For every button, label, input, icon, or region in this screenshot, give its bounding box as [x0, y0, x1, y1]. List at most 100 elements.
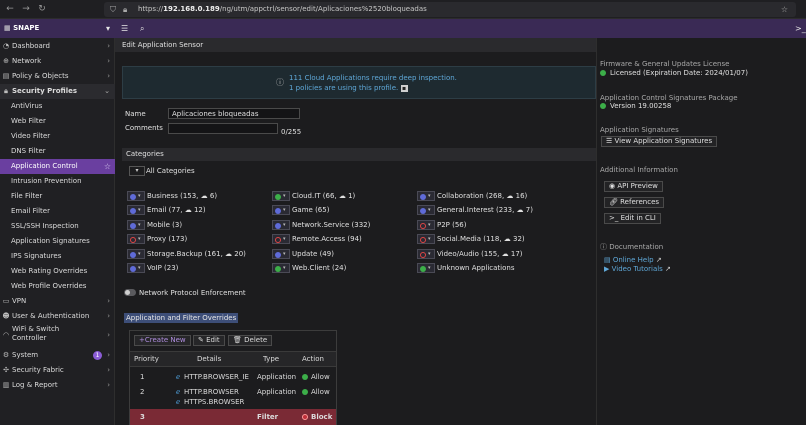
col-details[interactable]: Details	[197, 351, 221, 367]
sidebar-item-log-report[interactable]: ▥ Log & Report ›	[0, 378, 115, 393]
hamburger-menu-icon[interactable]: ☰	[121, 19, 128, 38]
col-type[interactable]: Type	[263, 351, 279, 367]
online-help-link[interactable]: ▤ Online Help ↗	[604, 256, 662, 264]
allow-icon	[275, 266, 281, 272]
video-tutorials-link[interactable]: ▶ Video Tutorials ↗	[604, 265, 671, 273]
category-action-dropdown[interactable]: ▾	[272, 191, 290, 201]
chevron-down-icon[interactable]: ▾	[106, 19, 110, 38]
view-policies-icon[interactable]: ▪	[400, 84, 408, 92]
block-icon	[420, 252, 426, 258]
category-action-dropdown[interactable]: ▾	[272, 220, 290, 230]
sidebar-item-video-filter[interactable]: Video Filter	[0, 129, 115, 144]
sidebar-item-application-signatures[interactable]: Application Signatures	[0, 234, 115, 249]
category-action-dropdown[interactable]: ▾	[272, 249, 290, 259]
category-name[interactable]: Game (65)	[292, 205, 329, 215]
category-name[interactable]: Email (77, ☁ 12)	[147, 205, 206, 215]
category-action-dropdown[interactable]: ▾	[127, 249, 145, 259]
category-name[interactable]: General.Interest (233, ☁ 7)	[437, 205, 533, 215]
category-name[interactable]: Cloud.IT (66, ☁ 1)	[292, 191, 355, 201]
info-icon: ⓘ	[276, 78, 284, 87]
sidebar-item-web-rating-overrides[interactable]: Web Rating Overrides	[0, 264, 115, 279]
edit-button[interactable]: ✎ Edit	[193, 335, 225, 346]
category-action-dropdown[interactable]: ▾	[417, 205, 435, 215]
search-icon[interactable]: ⌕	[140, 19, 144, 38]
shield-icon[interactable]: ⛉	[110, 2, 116, 17]
favorite-star-icon[interactable]: ☆	[104, 159, 111, 174]
category-action-dropdown[interactable]: ▾	[417, 263, 435, 273]
delete-button[interactable]: 🗑︎ Delete	[228, 335, 273, 346]
back-icon[interactable]: ←	[4, 3, 16, 15]
cli-console-icon[interactable]: >_	[795, 19, 806, 38]
sidebar-item-security-profiles[interactable]: 🔒︎ Security Profiles ⌄	[0, 84, 115, 99]
edit-in-cli-button[interactable]: >_ Edit in CLI	[604, 213, 661, 224]
url-text[interactable]: https://192.168.0.189/ng/utm/appctrl/sen…	[138, 2, 427, 17]
sidebar-item-web-profile-overrides[interactable]: Web Profile Overrides	[0, 279, 115, 294]
network-protocol-toggle[interactable]	[124, 289, 136, 296]
category-action-dropdown[interactable]: ▾	[127, 263, 145, 273]
sidebar-item-system[interactable]: ⚙ System 1 ›	[0, 348, 115, 363]
sidebar-item-vpn[interactable]: ▭ VPN ›	[0, 294, 115, 309]
category-name[interactable]: Proxy (173)	[147, 234, 187, 244]
all-categories-dropdown[interactable]: ▾	[129, 166, 145, 176]
category-name[interactable]: Business (153, ☁ 6)	[147, 191, 217, 201]
sidebar-item-network[interactable]: ⊕ Network ›	[0, 54, 115, 69]
name-field[interactable]	[168, 108, 300, 119]
user-icon: ☻	[2, 312, 10, 320]
lock-icon[interactable]: 🔒︎	[123, 2, 127, 17]
sidebar-item-antivirus[interactable]: AntiVirus	[0, 99, 115, 114]
category-name[interactable]: Unknown Applications	[437, 263, 514, 273]
sidebar-item-dashboard[interactable]: ◔ Dashboard ›	[0, 39, 115, 54]
col-priority[interactable]: Priority	[134, 351, 159, 367]
sidebar-item-ips-signatures[interactable]: IPS Signatures	[0, 249, 115, 264]
category-action-dropdown[interactable]: ▾	[127, 220, 145, 230]
category-action-dropdown[interactable]: ▾	[127, 191, 145, 201]
category-name[interactable]: Social.Media (118, ☁ 32)	[437, 234, 525, 244]
category-name[interactable]: Network.Service (332)	[292, 220, 370, 230]
category-name[interactable]: Video/Audio (155, ☁ 17)	[437, 249, 523, 259]
brand-logo[interactable]: ▦ SNAPE	[4, 19, 39, 38]
category-name[interactable]: VoIP (23)	[147, 263, 178, 273]
category-action-dropdown[interactable]: ▾	[127, 234, 145, 244]
category-action-dropdown[interactable]: ▾	[417, 191, 435, 201]
dashboard-icon: ◔	[2, 42, 10, 50]
category-name[interactable]: Mobile (3)	[147, 220, 182, 230]
forward-icon[interactable]: →	[20, 3, 32, 15]
sidebar-item-file-filter[interactable]: File Filter	[0, 189, 115, 204]
category-action-dropdown[interactable]: ▾	[272, 205, 290, 215]
chevron-down-icon: ▾	[138, 265, 141, 271]
sidebar-item-web-filter[interactable]: Web Filter	[0, 114, 115, 129]
sidebar-item-security-fabric[interactable]: ✣ Security Fabric ›	[0, 363, 115, 378]
sidebar-item-policy-objects[interactable]: ▤ Policy & Objects ›	[0, 69, 115, 84]
comments-field[interactable]	[168, 123, 278, 134]
category-name[interactable]: Remote.Access (94)	[292, 234, 362, 244]
view-app-signatures-button[interactable]: ☰ View Application Signatures	[601, 136, 718, 147]
chevron-down-icon: ▾	[428, 193, 431, 199]
table-row[interactable]: 3 Filter Block	[130, 409, 336, 425]
address-bar[interactable]: ⛉ 🔒︎ https://192.168.0.189/ng/utm/appctr…	[104, 2, 796, 17]
reload-icon[interactable]: ↻	[36, 3, 48, 15]
create-new-button[interactable]: +Create New	[134, 335, 191, 346]
sidebar-item-wifi-switch[interactable]: ◠ WiFi & Switch Controller ›	[0, 325, 115, 345]
references-button[interactable]: 🔗︎ References	[604, 197, 665, 208]
category-action-dropdown[interactable]: ▾	[272, 234, 290, 244]
sidebar-item-email-filter[interactable]: Email Filter	[0, 204, 115, 219]
category-name[interactable]: Update (49)	[292, 249, 334, 259]
category-name[interactable]: P2P (56)	[437, 220, 467, 230]
api-preview-button[interactable]: ◉ API Preview	[604, 181, 663, 192]
bookmark-star-icon[interactable]: ☆	[781, 2, 788, 17]
category-name[interactable]: Web.Client (24)	[292, 263, 346, 273]
sidebar-item-ssl-ssh-inspection[interactable]: SSL/SSH Inspection	[0, 219, 115, 234]
lock-icon: 🔒︎	[4, 87, 8, 95]
category-action-dropdown[interactable]: ▾	[417, 220, 435, 230]
category-action-dropdown[interactable]: ▾	[417, 234, 435, 244]
category-action-dropdown[interactable]: ▾	[417, 249, 435, 259]
sidebar-item-intrusion-prevention[interactable]: Intrusion Prevention	[0, 174, 115, 189]
sidebar-item-application-control[interactable]: Application Control ☆	[0, 159, 115, 174]
col-action[interactable]: Action	[302, 351, 324, 367]
category-action-dropdown[interactable]: ▾	[127, 205, 145, 215]
category-action-dropdown[interactable]: ▾	[272, 263, 290, 273]
category-name[interactable]: Storage.Backup (161, ☁ 20)	[147, 249, 246, 259]
vpn-icon: ▭	[2, 297, 10, 305]
sidebar-item-dns-filter[interactable]: DNS Filter	[0, 144, 115, 159]
category-name[interactable]: Collaboration (268, ☁ 16)	[437, 191, 527, 201]
